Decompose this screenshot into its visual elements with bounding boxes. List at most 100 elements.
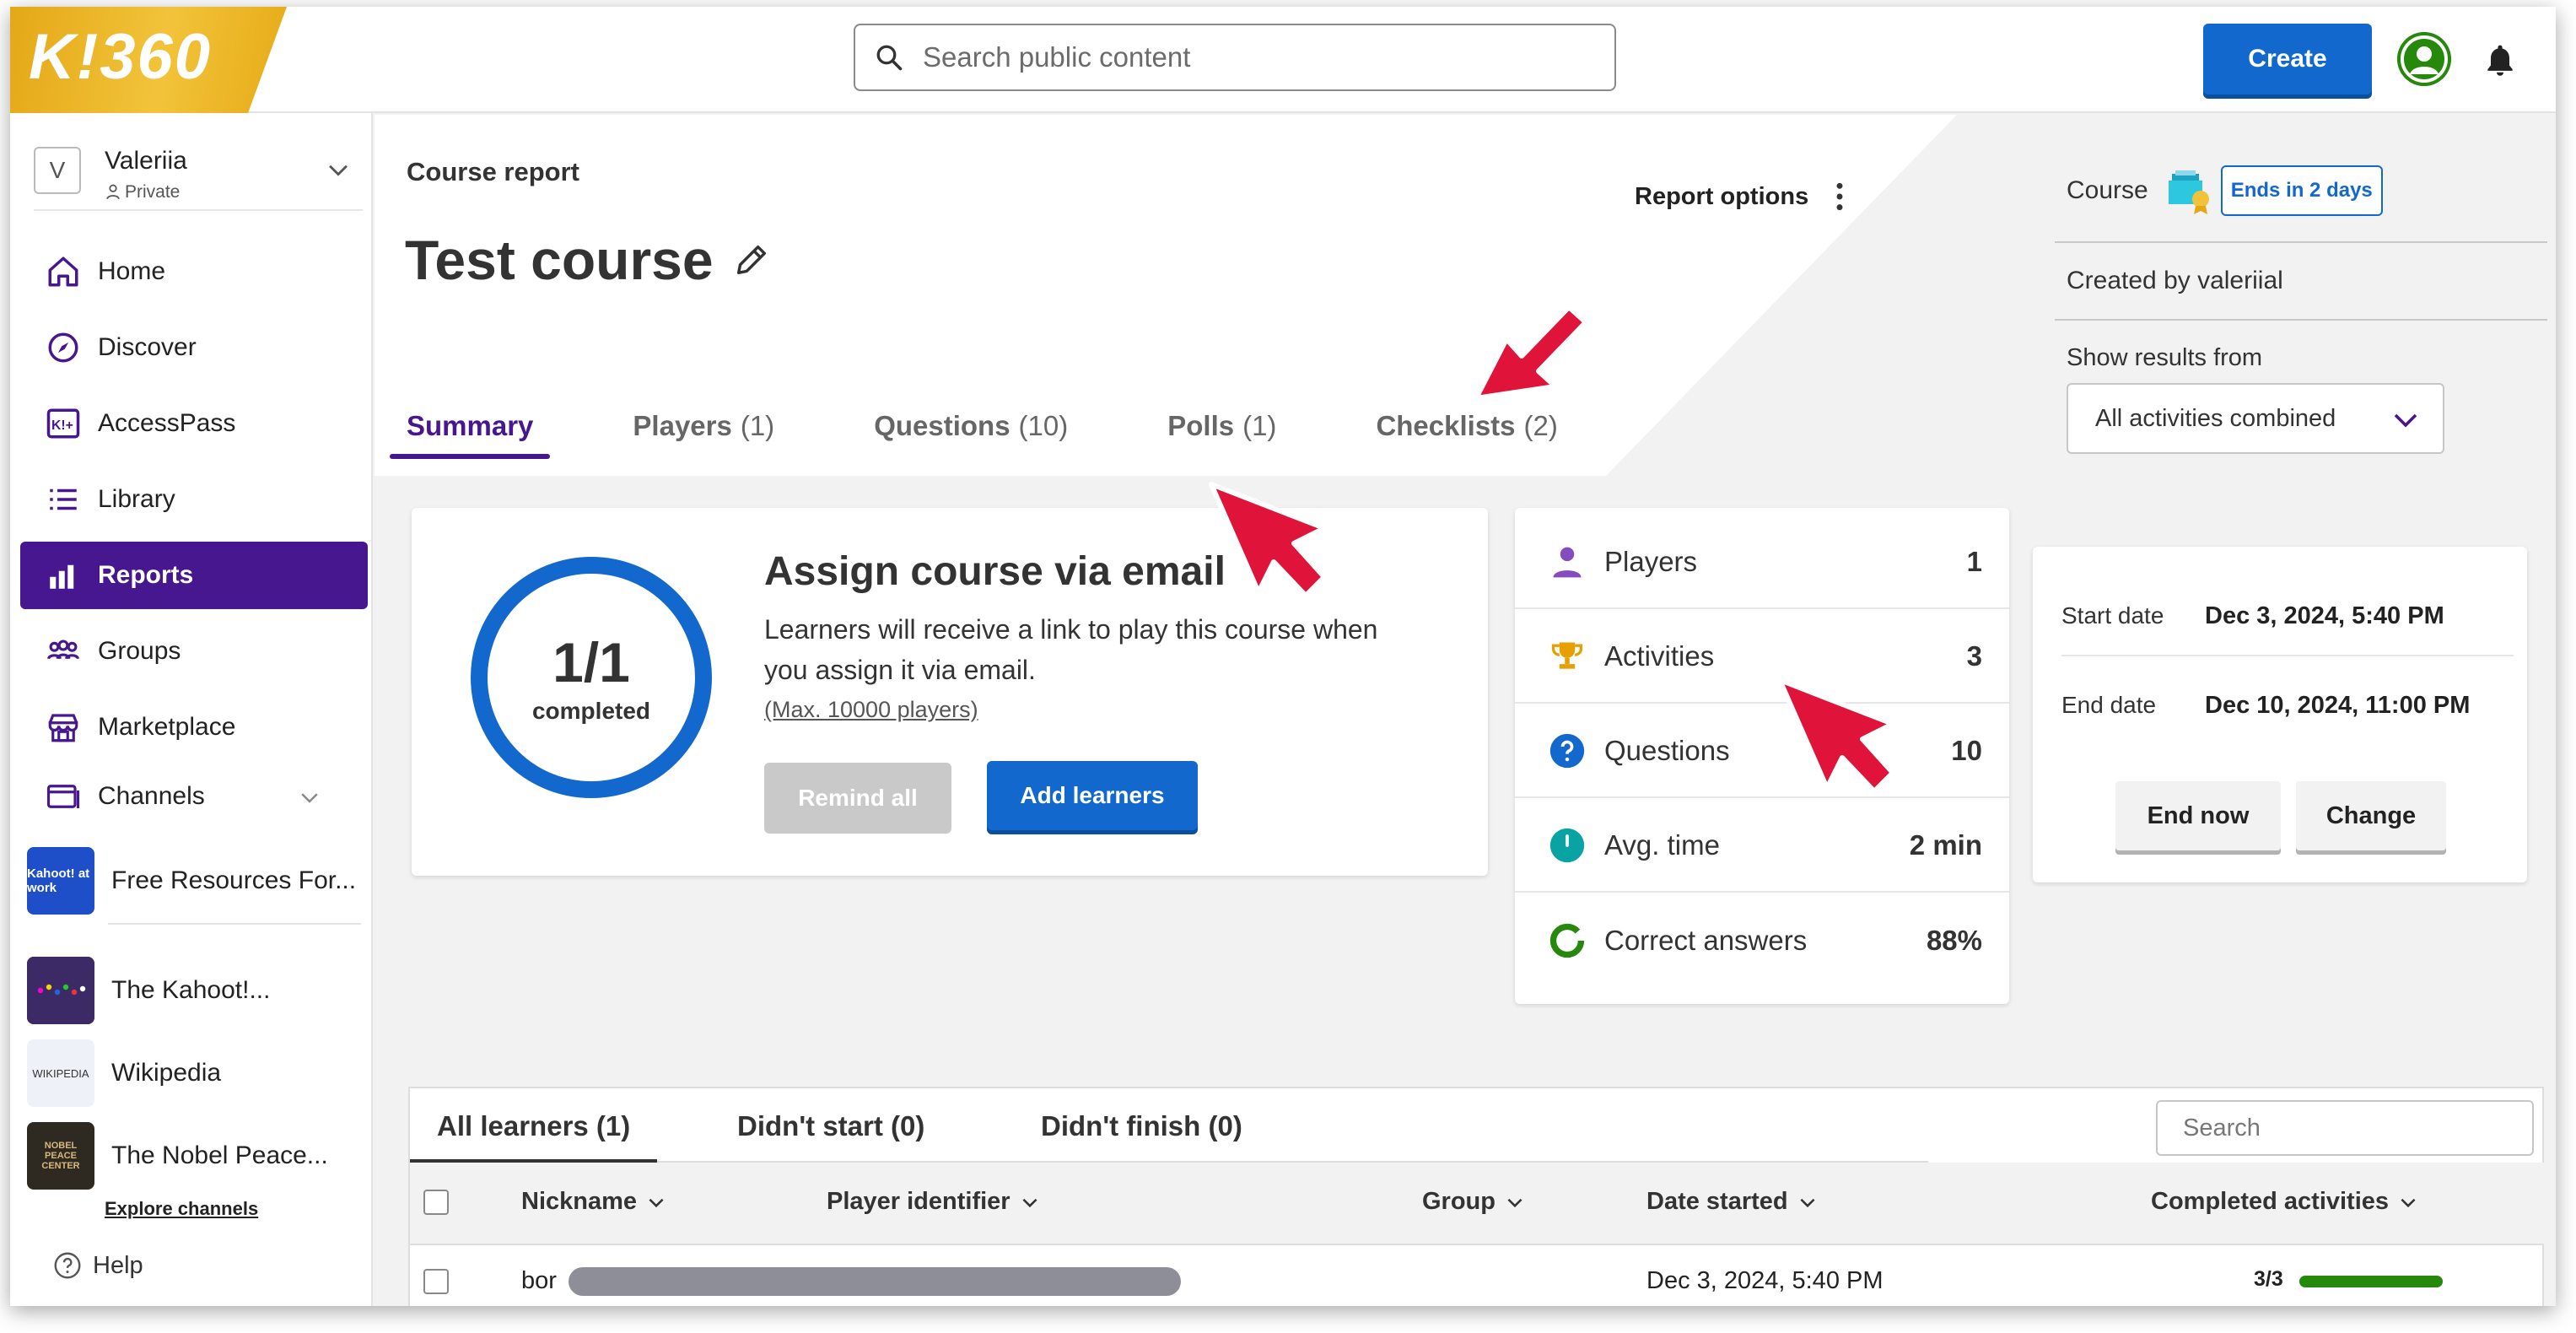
table-header: Nickname Player identifier Group Date st… (410, 1163, 2544, 1245)
add-learners-button[interactable]: Add learners (987, 761, 1198, 830)
question-icon (1549, 733, 1585, 769)
store-icon (48, 714, 78, 742)
end-now-button[interactable]: End now (2115, 781, 2281, 850)
bar-chart-icon (50, 564, 74, 589)
sidebar-item-home[interactable]: Home (20, 238, 368, 305)
report-options-button[interactable]: Report options (1635, 181, 1846, 213)
completion-progress-bar (2299, 1276, 2443, 1287)
kebab-menu-icon (1836, 182, 1843, 211)
end-date-label: End date (2061, 692, 2157, 718)
workspace-name: Valeriia (105, 147, 187, 175)
channel-item[interactable]: Kahoot! at work Free Resources For... (27, 845, 364, 916)
tab-players[interactable]: Players (1) (616, 410, 791, 454)
annotation-arrow-polls (1209, 482, 1327, 598)
pencil-icon[interactable] (732, 240, 771, 279)
redacted-identifier (569, 1267, 1181, 1296)
chevron-down-icon (1022, 1198, 1037, 1207)
chevron-down-icon (2394, 413, 2417, 428)
select-all-checkbox[interactable] (423, 1190, 449, 1215)
public-search-box[interactable] (854, 24, 1616, 91)
channel-thumbnail-kahoot-at-work: Kahoot! at work (27, 847, 94, 915)
annotation-arrow-checklists (1474, 305, 1588, 401)
tab-didnt-start[interactable]: Didn't start (0) (737, 1110, 924, 1142)
learners-table: All learners (1) Didn't start (0) Didn't… (408, 1087, 2544, 1306)
end-date-value: Dec 10, 2024, 11:00 PM (2205, 692, 2471, 719)
assign-heading: Assign course via email (764, 549, 1226, 594)
show-results-label: Show results from (2067, 344, 2263, 371)
sidebar-item-discover[interactable]: Discover (20, 314, 368, 381)
svg-text:K!+: K!+ (51, 418, 73, 433)
start-date-label: Start date (2061, 602, 2164, 629)
notification-bell-icon[interactable] (2482, 40, 2519, 81)
chevron-down-icon (2401, 1198, 2416, 1207)
sidebar-item-library[interactable]: Library (20, 466, 368, 533)
workspace-switcher[interactable]: V Valeriia Private (34, 147, 363, 211)
results-source-select[interactable]: All activities combined (2067, 383, 2444, 454)
course-badge-icon (2168, 170, 2209, 214)
channel-item[interactable]: WIKIPEDIA Wikipedia (27, 1038, 364, 1109)
explore-channels-link[interactable]: Explore channels (105, 1198, 258, 1220)
divider (2061, 655, 2514, 656)
channel-item[interactable]: NOBEL PEACE CENTER The Nobel Peace... (27, 1120, 364, 1191)
max-players-note: (Max. 10000 players) (764, 697, 978, 722)
change-button[interactable]: Change (2296, 781, 2446, 850)
clock-icon (1549, 828, 1585, 863)
sidebar-item-marketplace[interactable]: Marketplace (20, 693, 368, 761)
column-group[interactable]: Group (1422, 1188, 1526, 1216)
ring-icon (1549, 923, 1585, 958)
remind-all-button[interactable]: Remind all (764, 763, 951, 834)
tab-summary[interactable]: Summary (390, 410, 551, 459)
kahoot-360-logo[interactable]: K!360 (10, 7, 287, 113)
groups-icon (46, 640, 80, 660)
sidebar-item-groups[interactable]: Groups (20, 618, 368, 685)
search-icon (876, 45, 903, 71)
cell-date-started: Dec 3, 2024, 5:40 PM (1646, 1267, 1883, 1294)
channel-thumbnail-kahoot (27, 957, 94, 1024)
completion-ring: 1/1 completed (471, 557, 712, 798)
stat-players: Players 1 (1515, 516, 2009, 609)
column-nickname[interactable]: Nickname (521, 1188, 667, 1216)
chevron-down-icon (1507, 1198, 1522, 1207)
user-avatar-icon[interactable] (2397, 32, 2451, 86)
created-by: Created by valeriial (2067, 267, 2283, 294)
stat-questions: Questions 10 (1515, 705, 2009, 798)
list-icon (50, 488, 77, 510)
chevron-down-icon (649, 1198, 664, 1207)
workspace-visibility: Private (105, 182, 180, 202)
cell-nickname: bor (521, 1267, 557, 1294)
divider (108, 923, 361, 925)
tab-checklists[interactable]: Checklists (2) (1359, 410, 1574, 454)
channel-item[interactable]: The Kahoot!... (27, 955, 364, 1026)
cell-completed-activities: 3/3 (2254, 1267, 2283, 1291)
create-button[interactable]: Create (2203, 24, 2372, 94)
chevron-down-icon (329, 165, 348, 176)
accesspass-icon: K!+ (46, 408, 80, 439)
column-date-started[interactable]: Date started (1646, 1188, 1819, 1216)
chevron-down-icon (1800, 1198, 1815, 1207)
channel-thumbnail-nobel: NOBEL PEACE CENTER (27, 1122, 94, 1190)
trophy-icon (1551, 642, 1583, 669)
ends-badge: Ends in 2 days (2220, 165, 2383, 216)
sidebar-item-accesspass[interactable]: K!+ AccessPass (20, 390, 368, 457)
tab-all-learners[interactable]: All learners (1) (409, 1110, 658, 1163)
stat-correct-answers: Correct answers 88% (1515, 894, 2009, 987)
section-label: Course report (407, 157, 579, 186)
person-small-icon (106, 184, 120, 200)
column-completed-activities[interactable]: Completed activities (2151, 1188, 2419, 1216)
learner-filter-tabs: All learners (1) Didn't start (0) Didn't… (409, 1088, 1928, 1163)
tab-questions[interactable]: Questions (10) (857, 410, 1085, 454)
tab-polls[interactable]: Polls (1) (1151, 410, 1293, 454)
divider (2055, 319, 2547, 321)
search-input[interactable] (923, 41, 1581, 73)
row-checkbox[interactable] (423, 1269, 449, 1294)
sidebar-item-channels[interactable]: Channels (20, 763, 368, 830)
report-tabs: Summary Players (1) Questions (10) Polls (1… (390, 410, 1641, 459)
tab-didnt-finish[interactable]: Didn't finish (0) (1041, 1110, 1242, 1142)
help-circle-icon (54, 1252, 81, 1279)
sidebar-item-reports[interactable]: Reports (20, 542, 368, 609)
assign-description: Learners will receive a link to play thi… (764, 614, 1378, 685)
workspace-initial: V (34, 147, 81, 194)
learner-search-input[interactable] (2156, 1100, 2534, 1156)
column-player-identifier[interactable]: Player identifier (827, 1188, 1041, 1216)
help-link[interactable]: Help (52, 1250, 143, 1281)
